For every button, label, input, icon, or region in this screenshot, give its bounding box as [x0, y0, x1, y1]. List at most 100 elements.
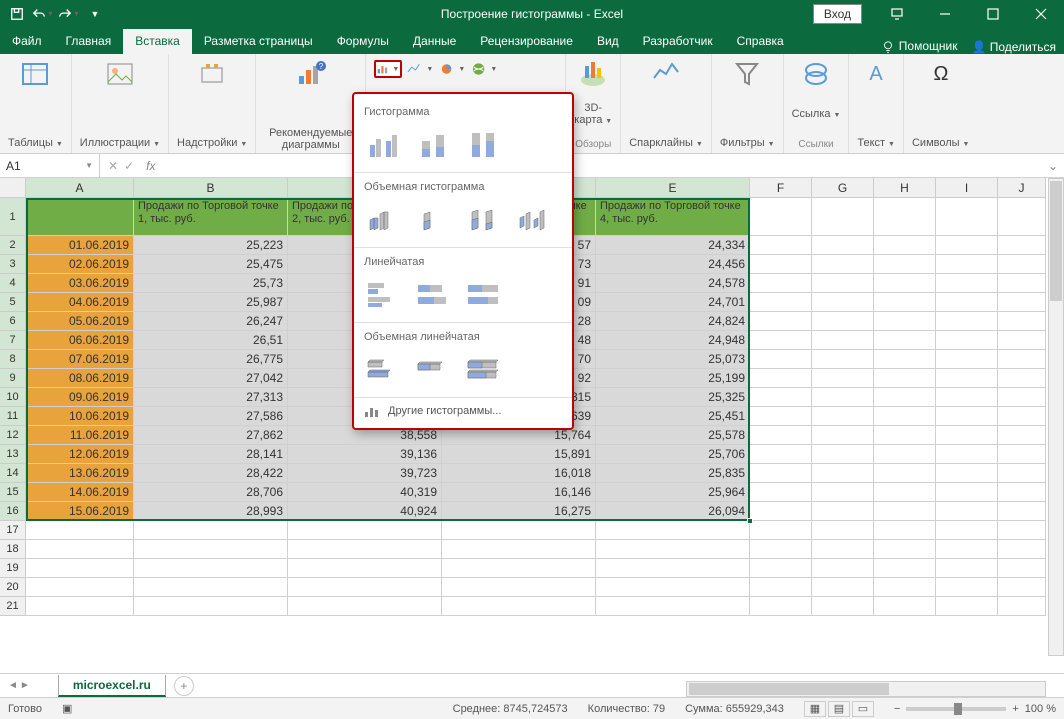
cell[interactable] — [750, 350, 812, 369]
cell[interactable]: 40,319 — [288, 483, 442, 502]
ribbon-options-icon[interactable] — [874, 0, 920, 28]
minimize-icon[interactable] — [922, 0, 968, 28]
cell[interactable] — [936, 426, 998, 445]
cell[interactable] — [596, 521, 750, 540]
cell[interactable] — [936, 274, 998, 293]
row-header[interactable]: 4 — [0, 274, 26, 293]
cell[interactable] — [812, 426, 874, 445]
cell[interactable] — [288, 559, 442, 578]
illustrations-group[interactable]: Иллюстрации ▼ — [72, 54, 169, 153]
cell[interactable] — [750, 540, 812, 559]
cell[interactable]: 25,325 — [596, 388, 750, 407]
cell[interactable]: 26,51 — [134, 331, 288, 350]
row-header[interactable]: 8 — [0, 350, 26, 369]
cell[interactable] — [750, 502, 812, 521]
cell[interactable] — [750, 483, 812, 502]
row-header[interactable]: 19 — [0, 559, 26, 578]
cell[interactable]: 15.06.2019 — [26, 502, 134, 521]
cell[interactable] — [998, 597, 1046, 616]
cell[interactable] — [750, 331, 812, 350]
cell[interactable] — [812, 312, 874, 331]
row-header[interactable]: 9 — [0, 369, 26, 388]
cell[interactable]: 28,706 — [134, 483, 288, 502]
cell[interactable] — [936, 445, 998, 464]
cell[interactable]: 25,578 — [596, 426, 750, 445]
cell[interactable]: 25,223 — [134, 236, 288, 255]
page-break-view-icon[interactable]: ▭ — [852, 701, 874, 717]
cell[interactable] — [874, 274, 936, 293]
cell[interactable]: 09.06.2019 — [26, 388, 134, 407]
cell[interactable] — [596, 540, 750, 559]
cell[interactable]: 25,73 — [134, 274, 288, 293]
cell[interactable] — [750, 198, 812, 236]
tables-group[interactable]: Таблицы ▼ — [0, 54, 72, 153]
cell[interactable]: 28,993 — [134, 502, 288, 521]
cell[interactable] — [874, 407, 936, 426]
cell[interactable] — [874, 255, 936, 274]
links-group[interactable]: Ссылка ▼ Ссылки — [784, 54, 850, 153]
cell[interactable]: 27,862 — [134, 426, 288, 445]
normal-view-icon[interactable]: ▦ — [804, 701, 826, 717]
row-header[interactable]: 1 — [0, 198, 26, 236]
tab-Разметка страницы[interactable]: Разметка страницы — [192, 29, 325, 54]
cell[interactable] — [134, 559, 288, 578]
share-button[interactable]: 👤 Поделиться — [971, 40, 1056, 54]
cell[interactable]: 15,891 — [442, 445, 596, 464]
cell[interactable] — [812, 445, 874, 464]
cell[interactable] — [812, 464, 874, 483]
cell[interactable] — [288, 540, 442, 559]
clustered-column-icon[interactable] — [364, 126, 404, 162]
cell[interactable] — [936, 331, 998, 350]
cell[interactable]: 40,924 — [288, 502, 442, 521]
cell[interactable] — [998, 293, 1046, 312]
undo-icon[interactable]: ▼ — [32, 3, 54, 25]
cell[interactable] — [442, 559, 596, 578]
cell[interactable]: 08.06.2019 — [26, 369, 134, 388]
cell[interactable] — [998, 502, 1046, 521]
cell[interactable] — [936, 198, 998, 236]
cell[interactable] — [998, 464, 1046, 483]
cell[interactable] — [750, 521, 812, 540]
cell[interactable] — [26, 198, 134, 236]
cell[interactable]: 26,094 — [596, 502, 750, 521]
tab-Разработчик[interactable]: Разработчик — [631, 29, 725, 54]
cell[interactable] — [936, 369, 998, 388]
cell[interactable] — [998, 312, 1046, 331]
cell[interactable] — [936, 483, 998, 502]
column-header[interactable]: E — [596, 178, 750, 198]
cell[interactable] — [812, 198, 874, 236]
cell[interactable]: 39,136 — [288, 445, 442, 464]
column-header[interactable]: I — [936, 178, 998, 198]
cell[interactable] — [936, 407, 998, 426]
sheet-nav-next-icon[interactable]: ► — [20, 680, 30, 691]
column-header[interactable]: J — [998, 178, 1046, 198]
cell[interactable] — [874, 426, 936, 445]
cell[interactable] — [874, 559, 936, 578]
new-sheet-button[interactable]: + — [174, 676, 194, 696]
cell[interactable] — [750, 255, 812, 274]
cell[interactable] — [936, 236, 998, 255]
cell[interactable] — [874, 350, 936, 369]
cell[interactable] — [750, 236, 812, 255]
cell[interactable] — [936, 578, 998, 597]
cell[interactable] — [874, 293, 936, 312]
cell[interactable] — [874, 502, 936, 521]
cell[interactable] — [874, 578, 936, 597]
cell[interactable] — [750, 388, 812, 407]
cell[interactable]: 04.06.2019 — [26, 293, 134, 312]
cell[interactable] — [750, 293, 812, 312]
cell[interactable]: 24,948 — [596, 331, 750, 350]
cell[interactable]: 01.06.2019 — [26, 236, 134, 255]
zoom-in-icon[interactable]: + — [1012, 703, 1018, 715]
column-header[interactable]: G — [812, 178, 874, 198]
sheet-tab[interactable]: microexcel.ru — [58, 675, 166, 697]
cell[interactable] — [998, 255, 1046, 274]
cell[interactable]: 39,723 — [288, 464, 442, 483]
column-header[interactable]: F — [750, 178, 812, 198]
cell[interactable] — [998, 483, 1046, 502]
cell[interactable]: 28,141 — [134, 445, 288, 464]
line-chart-button[interactable]: ▼ — [406, 60, 434, 78]
cell[interactable] — [812, 407, 874, 426]
3d-stacked-100-column-icon[interactable] — [464, 201, 504, 237]
filters-group[interactable]: Фильтры ▼ — [712, 54, 784, 153]
